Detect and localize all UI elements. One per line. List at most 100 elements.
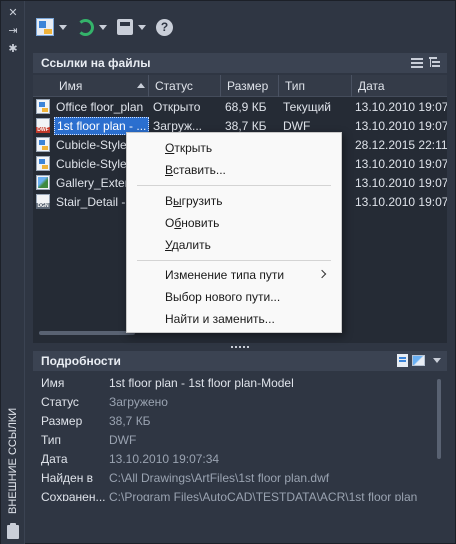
attach-dwg-icon bbox=[36, 18, 54, 36]
palette-vertical-title: ВНЕШНИЕ ССЫЛКИ bbox=[7, 407, 19, 514]
chevron-down-icon[interactable] bbox=[433, 358, 441, 363]
details-view-icon[interactable] bbox=[397, 354, 408, 367]
file-size: 38,7 КБ bbox=[225, 118, 267, 133]
details-header: Подробности bbox=[33, 351, 447, 371]
detail-row: Дата 13.10.2010 19:07:34 bbox=[33, 449, 447, 468]
column-header-row: Имя Статус Размер Тип Дата bbox=[33, 75, 447, 97]
menu-item-label: Вставить... bbox=[165, 163, 226, 177]
file-name: Cubicle-Style bbox=[56, 137, 127, 152]
chevron-down-icon bbox=[99, 24, 107, 30]
detail-label: Размер bbox=[41, 413, 83, 428]
detail-label: Тип bbox=[41, 432, 62, 447]
menu-item-change-path-type[interactable]: Изменение типа пути bbox=[127, 264, 341, 286]
column-header-status[interactable]: Статус bbox=[149, 75, 221, 97]
change-path-button[interactable] bbox=[114, 15, 149, 39]
detail-row: Размер 38,7 КБ bbox=[33, 411, 447, 430]
dwg-file-icon bbox=[36, 156, 50, 171]
properties-gear-icon[interactable]: ✱ bbox=[6, 43, 20, 55]
menu-item-label: Обновить bbox=[165, 216, 220, 230]
detail-row: Тип DWF bbox=[33, 430, 447, 449]
detail-row: Найден в C:\All Drawings\ArtFiles\1st flo… bbox=[33, 468, 447, 487]
auto-hide-icon[interactable]: ⇥ bbox=[6, 25, 20, 37]
file-date: 13.10.2010 19:07:1 bbox=[355, 99, 447, 114]
preview-view-icon[interactable] bbox=[412, 355, 425, 366]
file-name: Stair_Detail - I bbox=[56, 194, 133, 209]
detail-value: 13.10.2010 19:07:34 bbox=[109, 451, 220, 466]
file-type: Текущий bbox=[283, 99, 331, 114]
file-type: DWF bbox=[283, 118, 311, 133]
chevron-down-icon bbox=[138, 24, 146, 30]
detail-row: Сохранен... C:\Program Files\AutoCAD\TEST… bbox=[33, 487, 447, 502]
column-header-name[interactable]: Имя bbox=[33, 75, 149, 97]
detail-value: C:\All Drawings\ArtFiles\1st floor plan.… bbox=[109, 470, 330, 485]
detail-value: 38,7 КБ bbox=[109, 413, 151, 428]
menu-item-label: Найти и заменить... bbox=[165, 312, 275, 326]
file-name: Cubicle-Style bbox=[56, 156, 127, 171]
file-date: 13.10.2010 19:07:1 bbox=[355, 194, 447, 209]
close-palette-icon[interactable]: ✕ bbox=[6, 7, 20, 19]
dwg-file-icon bbox=[36, 99, 50, 114]
context-menu: Открыть Вставить... Выгрузить Обновить У… bbox=[126, 132, 342, 333]
image-file-icon bbox=[36, 175, 50, 190]
detail-value[interactable]: 1st floor plan - 1st floor plan-Model bbox=[109, 376, 294, 390]
sort-ascending-icon bbox=[137, 83, 145, 88]
menu-item-label: Открыть bbox=[165, 141, 213, 155]
menu-separator bbox=[137, 260, 331, 261]
file-status: Открыто bbox=[153, 99, 201, 114]
detail-value: C:\Program Files\AutoCAD\TESTDATA\ACR\1s… bbox=[109, 489, 418, 502]
details-panel: Имя 1st floor plan - 1st floor plan-Model… bbox=[33, 373, 447, 501]
list-view-icon[interactable] bbox=[411, 57, 423, 68]
file-date: 28.12.2015 22:11:2 bbox=[355, 137, 447, 152]
file-references-title: Ссылки на файлы bbox=[41, 56, 151, 70]
menu-separator bbox=[137, 185, 331, 186]
menu-item-find-replace[interactable]: Найти и заменить... bbox=[127, 308, 341, 330]
detail-label: Статус bbox=[41, 394, 79, 409]
file-date: 13.10.2010 19:07:0 bbox=[355, 175, 447, 190]
menu-item-label: Выгрузить bbox=[165, 194, 223, 208]
menu-item-insert[interactable]: Вставить... bbox=[127, 159, 341, 181]
file-status: Загруж... bbox=[153, 118, 203, 133]
palette-side-strip: ✕ ⇥ ✱ ВНЕШНИЕ ССЫЛКИ bbox=[1, 1, 25, 544]
file-date: 13.10.2010 19:07:4 bbox=[355, 156, 447, 171]
refresh-icon bbox=[77, 18, 94, 36]
detail-label: Имя bbox=[41, 375, 65, 390]
detail-value: DWF bbox=[109, 432, 137, 447]
table-row[interactable]: Office floor_plan Открыто 68,9 КБ Текущи… bbox=[33, 97, 447, 116]
chevron-down-icon bbox=[59, 24, 67, 30]
detail-row: Статус Загружено bbox=[33, 392, 447, 411]
column-header-date[interactable]: Дата bbox=[352, 75, 447, 97]
panel-splitter[interactable] bbox=[33, 343, 447, 351]
detail-value: Загружено bbox=[109, 394, 168, 409]
menu-item-label: Выбор нового пути... bbox=[165, 290, 281, 304]
detail-row: Имя 1st floor plan - 1st floor plan-Model bbox=[33, 373, 447, 392]
tree-view-icon[interactable] bbox=[429, 57, 441, 68]
menu-item-reload[interactable]: Обновить bbox=[127, 212, 341, 234]
file-size: 68,9 КБ bbox=[225, 99, 267, 114]
refresh-button[interactable] bbox=[74, 15, 110, 39]
palette-clip-icon bbox=[7, 523, 19, 539]
help-button[interactable]: ? bbox=[153, 15, 176, 39]
grip-dots-icon bbox=[231, 346, 249, 348]
menu-item-select-new-path[interactable]: Выбор нового пути... bbox=[127, 286, 341, 308]
details-title: Подробности bbox=[41, 354, 121, 368]
change-path-icon bbox=[117, 19, 133, 35]
column-header-type[interactable]: Тип bbox=[279, 75, 352, 97]
horizontal-scrollbar[interactable] bbox=[39, 331, 135, 335]
file-name: Office floor_plan bbox=[56, 99, 144, 114]
menu-item-label: Удалить bbox=[165, 238, 211, 252]
file-name: Gallery_Exteri bbox=[56, 175, 132, 190]
detail-label: Найден в bbox=[41, 470, 94, 485]
external-references-palette: ✕ ⇥ ✱ ВНЕШНИЕ ССЫЛКИ ? Ссылки на файлы И… bbox=[0, 0, 456, 544]
file-date: 13.10.2010 19:07:3 bbox=[355, 118, 447, 133]
menu-item-open[interactable]: Открыть bbox=[127, 137, 341, 159]
menu-item-delete[interactable]: Удалить bbox=[127, 234, 341, 256]
dwf-file-icon bbox=[36, 118, 50, 133]
menu-item-label: Изменение типа пути bbox=[165, 268, 285, 282]
help-icon: ? bbox=[156, 18, 173, 36]
detail-label: Сохранен... bbox=[41, 489, 106, 502]
menu-item-unload[interactable]: Выгрузить bbox=[127, 190, 341, 212]
attach-dwg-button[interactable] bbox=[33, 15, 70, 39]
column-header-size[interactable]: Размер bbox=[221, 75, 279, 97]
vertical-scrollbar[interactable] bbox=[437, 379, 441, 459]
chevron-right-icon bbox=[317, 269, 327, 279]
